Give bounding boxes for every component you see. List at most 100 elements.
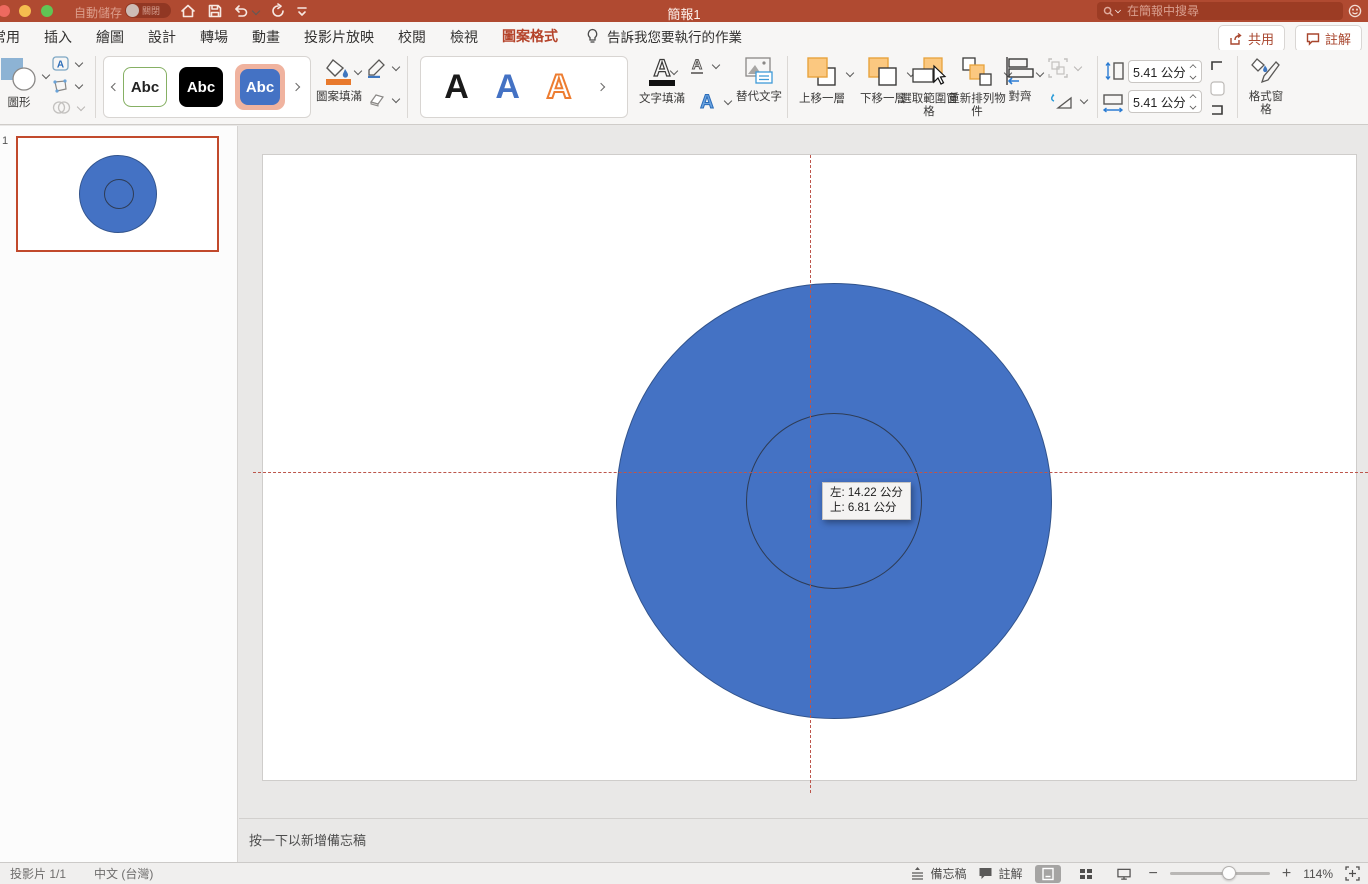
search-box[interactable] — [1097, 2, 1343, 20]
text-box-button[interactable]: A — [52, 56, 83, 72]
shape-effects-icon — [366, 92, 386, 108]
gallery-prev-icon[interactable] — [111, 83, 119, 91]
alt-text-button[interactable]: 替代文字 — [736, 56, 782, 104]
zoom-slider[interactable] — [1170, 872, 1270, 875]
zoom-out-button[interactable]: − — [1149, 869, 1158, 879]
svg-text:A: A — [57, 60, 64, 71]
insert-shapes-button[interactable]: 圖形 — [0, 56, 50, 110]
height-stepper[interactable] — [1189, 62, 1197, 81]
zoom-in-button[interactable]: + — [1282, 869, 1291, 879]
comment-bubble-icon — [978, 866, 993, 881]
tab-slideshow[interactable]: 投影片放映 — [304, 22, 374, 51]
width-stepper[interactable] — [1189, 92, 1197, 111]
align-button[interactable]: 對齊 — [998, 56, 1042, 104]
shape-fill-label: 圖案填滿 — [314, 91, 364, 104]
chevron-down-icon — [1074, 64, 1082, 72]
text-outline-button[interactable]: A — [688, 56, 720, 76]
shape-fill-chevron-icon[interactable] — [354, 68, 362, 76]
chevron-down-icon[interactable] — [712, 62, 720, 70]
ribbon-tab-row: 常用 插入 繪圖 設計 轉場 動畫 投影片放映 校閱 檢視 圖案格式 告訴我您要… — [0, 22, 1368, 50]
tab-design[interactable]: 設計 — [148, 22, 176, 51]
merge-shapes-button[interactable] — [52, 100, 85, 115]
shape-width-field[interactable] — [1128, 90, 1202, 113]
slide-canvas[interactable]: 左: 14.22 公分 上: 6.81 公分 — [239, 126, 1368, 818]
shape-style-preset-1[interactable]: Abc — [123, 67, 167, 107]
wordart-gallery-next-icon[interactable] — [596, 83, 604, 91]
bring-forward-button[interactable]: 上移一層 — [795, 56, 849, 106]
slideshow-view-button[interactable] — [1111, 865, 1137, 883]
alt-text-icon — [744, 56, 774, 86]
chevron-down-icon[interactable] — [75, 82, 83, 90]
tab-transitions[interactable]: 轉場 — [200, 22, 228, 51]
notes-pane[interactable]: 按一下以新增備忘稿 — [239, 818, 1368, 862]
slide-thumbnail[interactable] — [16, 136, 219, 252]
share-icon — [1229, 32, 1243, 46]
slide-sorter-view-button[interactable] — [1073, 865, 1099, 883]
zoom-slider-knob[interactable] — [1222, 866, 1236, 880]
gallery-next-icon[interactable] — [292, 83, 300, 91]
search-scope-chevron-icon[interactable] — [1115, 8, 1121, 14]
edit-shape-button[interactable] — [52, 78, 83, 94]
shape-width-input[interactable] — [1133, 95, 1185, 109]
tab-view[interactable]: 檢視 — [450, 22, 478, 51]
language-indicator[interactable]: 中文 (台灣) — [94, 865, 153, 882]
slide-thumbnail-panel: 1 — [0, 126, 238, 862]
ribbon: 圖形 A Abc Abc Abc 圖案填滿 — [0, 50, 1368, 125]
wordart-preset-2[interactable]: A — [495, 70, 520, 104]
normal-view-button[interactable] — [1035, 865, 1061, 883]
chevron-down-icon[interactable] — [1080, 97, 1088, 105]
shape-outline-icon — [366, 58, 386, 78]
tab-home[interactable]: 常用 — [0, 22, 20, 51]
shape-style-preset-2[interactable]: Abc — [179, 67, 223, 107]
comments-button[interactable]: 註解 — [1295, 25, 1362, 52]
align-chevron-icon[interactable] — [1036, 70, 1044, 78]
text-effects-button[interactable]: A — [696, 90, 732, 114]
wordart-preset-3[interactable]: A — [547, 70, 572, 104]
comment-icon — [1306, 32, 1320, 46]
tab-draw[interactable]: 繪圖 — [96, 22, 124, 51]
chevron-down-icon[interactable] — [392, 64, 400, 72]
wordart-preset-1[interactable]: A — [444, 70, 469, 104]
zoom-level[interactable]: 114% — [1303, 867, 1333, 881]
share-button[interactable]: 共用 — [1218, 25, 1285, 52]
bring-forward-chevron-icon[interactable] — [846, 70, 854, 78]
notes-placeholder[interactable]: 按一下以新增備忘稿 — [249, 830, 366, 849]
shapes-chevron-icon[interactable] — [42, 72, 50, 80]
thumbnail-inner-circle-shape — [104, 179, 134, 209]
chevron-down-icon[interactable] — [75, 60, 83, 68]
shape-style-preset-3-selected[interactable]: Abc — [235, 64, 285, 110]
chevron-down-icon[interactable] — [392, 96, 400, 104]
text-fill-chevron-icon[interactable] — [670, 68, 678, 76]
shape-effects-button[interactable] — [366, 92, 400, 108]
tooltip-left-value: 左: 14.22 公分 — [830, 486, 903, 501]
search-input[interactable] — [1127, 4, 1307, 18]
fit-to-window-icon[interactable] — [1345, 866, 1360, 881]
notes-toggle-button[interactable]: 備忘稿 — [910, 865, 966, 882]
shapes-icon — [0, 56, 40, 92]
chevron-down-icon[interactable] — [724, 98, 732, 106]
status-bar: 投影片 1/1 中文 (台灣) 備忘稿 註解 − + 114% — [0, 862, 1368, 884]
text-fill-button[interactable]: A 文字填滿 — [636, 54, 688, 106]
shape-height-field[interactable] — [1128, 60, 1202, 83]
comments-toggle-button[interactable]: 註解 — [978, 865, 1022, 882]
shape-height-input[interactable] — [1133, 65, 1185, 79]
tab-review[interactable]: 校閱 — [398, 22, 426, 51]
vertical-guide[interactable] — [810, 155, 811, 793]
tell-me-box[interactable]: 告訴我您要執行的作業 — [607, 26, 742, 46]
shape-fill-button[interactable]: 圖案填滿 — [314, 56, 364, 104]
rotate-button[interactable] — [1050, 92, 1088, 110]
feedback-smiley-icon[interactable] — [1348, 4, 1362, 18]
shape-outline-button[interactable] — [366, 58, 400, 78]
share-label: 共用 — [1248, 29, 1274, 48]
tab-insert[interactable]: 插入 — [44, 22, 72, 51]
title-bar: 自動儲存 關閉 簡報1 — [0, 0, 1368, 22]
svg-text:A: A — [700, 92, 714, 113]
shape-height-icon — [1104, 62, 1124, 80]
lock-aspect-ratio-icon[interactable] — [1208, 58, 1226, 118]
group-button — [1048, 58, 1082, 78]
slide-sorter-icon — [1079, 867, 1093, 881]
tab-shape-format[interactable]: 圖案格式 — [502, 21, 558, 52]
group-objects-icon — [1048, 58, 1068, 78]
format-pane-button[interactable]: 格式窗格 — [1244, 56, 1288, 117]
tab-animations[interactable]: 動畫 — [252, 22, 280, 51]
